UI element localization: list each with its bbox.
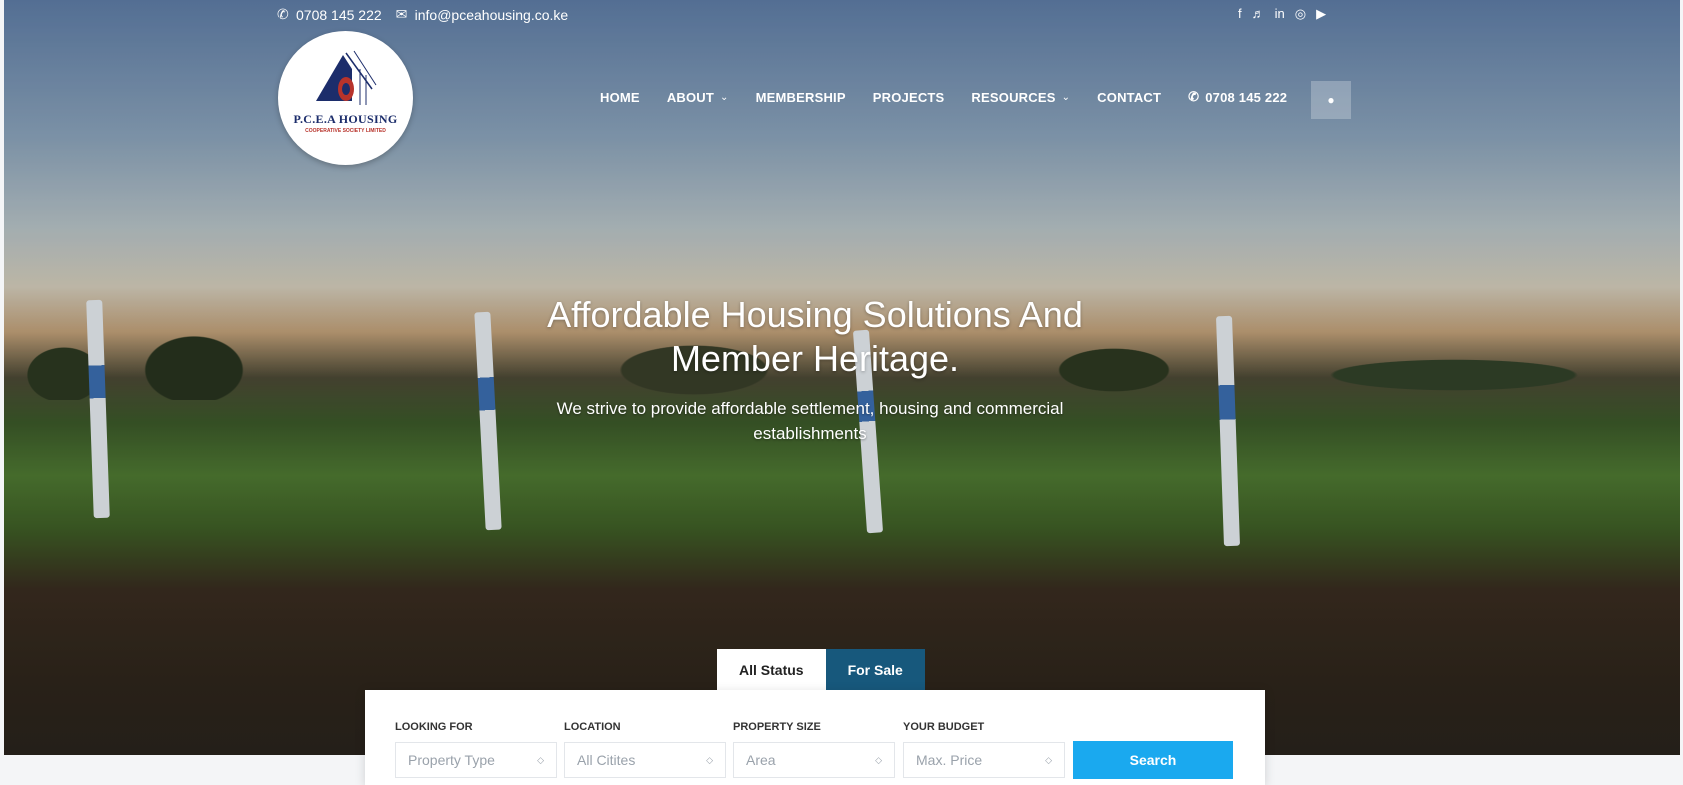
logo-subname: COOPERATIVE SOCIETY LIMITED xyxy=(305,128,386,134)
field-label: PROPERTY SIZE xyxy=(733,721,821,733)
nav-item-label: PROJECTS xyxy=(872,89,945,105)
topbar-phone[interactable]: ✆ 0708 145 222 xyxy=(277,6,382,23)
property-size-field: PROPERTY SIZE Area ◇ xyxy=(733,721,895,778)
select-arrows-icon: ◇ xyxy=(706,755,713,765)
nav-item-membership[interactable]: MEMBERSHIP xyxy=(756,90,846,105)
nav-item-home[interactable]: HOME xyxy=(600,90,640,105)
property-type-select[interactable]: Property Type ◇ xyxy=(395,742,557,778)
nav-item-label: HOME xyxy=(600,89,640,105)
field-label: YOUR BUDGET xyxy=(903,721,985,733)
envelope-icon: ✉ xyxy=(395,6,408,22)
hero-subheadline-line: We strive to provide affordable settleme… xyxy=(556,399,1064,418)
select-value: All Citites xyxy=(577,752,636,768)
area-select[interactable]: Area ◇ xyxy=(733,742,895,778)
site-logo[interactable]: P.C.E.A HOUSING COOPERATIVE SOCIETY LIMI… xyxy=(278,31,413,165)
nav-item-projects[interactable]: PROJECTS xyxy=(873,90,945,105)
youtube-icon[interactable]: ▶ xyxy=(1316,6,1326,22)
nav-phone[interactable]: ✆ 0708 145 222 xyxy=(1188,89,1287,105)
select-value: Area xyxy=(746,752,776,768)
field-label: LOCATION xyxy=(564,721,621,733)
select-arrows-icon: ◇ xyxy=(875,755,882,765)
linkedin-icon[interactable]: in xyxy=(1275,6,1285,22)
phone-ring-icon: ✆ xyxy=(1188,89,1200,104)
hero-headline: Affordable Housing Solutions And Member … xyxy=(400,293,1230,381)
nav-item-label: CONTACT xyxy=(1097,89,1162,105)
main-nav: HOME ABOUT ⌄ MEMBERSHIP PROJECTS RESOURCE… xyxy=(600,89,1297,105)
property-search-form: LOOKING FOR Property Type ◇ LOCATION All… xyxy=(365,690,1265,785)
topbar-email[interactable]: ✉ info@pceahousing.co.ke xyxy=(396,6,569,23)
nav-item-label: RESOURCES xyxy=(971,89,1056,105)
hero-subheadline-line: establishments xyxy=(753,424,867,443)
logo-name: P.C.E.A HOUSING xyxy=(293,112,398,126)
select-value: Max. Price xyxy=(916,752,983,768)
select-arrows-icon: ◇ xyxy=(1045,755,1052,765)
chevron-down-icon: ⌄ xyxy=(720,91,729,103)
topbar-phone-text: 0708 145 222 xyxy=(296,6,382,23)
location-select[interactable]: All Citites ◇ xyxy=(564,742,726,778)
top-contact-bar: ✆ 0708 145 222 ✉ info@pceahousing.co.ke … xyxy=(0,4,1683,26)
topbar-email-text: info@pceahousing.co.ke xyxy=(414,6,569,23)
nav-phone-text: 0708 145 222 xyxy=(1205,89,1288,105)
max-price-select[interactable]: Max. Price ◇ xyxy=(903,742,1065,778)
contact-info: ✆ 0708 145 222 ✉ info@pceahousing.co.ke xyxy=(277,6,568,23)
search-status-tabs: All Status For Sale xyxy=(717,649,925,691)
hero-subheadline: We strive to provide affordable settleme… xyxy=(520,396,1100,446)
facebook-icon[interactable]: f xyxy=(1238,6,1242,22)
user-icon: ● xyxy=(1327,93,1335,107)
nav-item-about[interactable]: ABOUT ⌄ xyxy=(667,90,729,105)
nav-item-label: MEMBERSHIP xyxy=(755,89,846,105)
hero-headline-line: Member Heritage. xyxy=(670,338,960,379)
phone-icon: ✆ xyxy=(277,6,289,22)
budget-field: YOUR BUDGET Max. Price ◇ xyxy=(903,721,1065,778)
hero-headline-line: Affordable Housing Solutions And xyxy=(547,294,1083,335)
tab-for-sale[interactable]: For Sale xyxy=(825,649,925,691)
social-links: f ♬ in ◎ ▶ xyxy=(1238,6,1326,22)
nav-item-label: ABOUT xyxy=(666,89,715,105)
twitter-icon[interactable]: ♬ xyxy=(1252,6,1265,22)
field-label: LOOKING FOR xyxy=(395,721,473,733)
user-account-button[interactable]: ● xyxy=(1311,81,1351,119)
chevron-down-icon: ⌄ xyxy=(1061,91,1071,103)
location-field: LOCATION All Citites ◇ xyxy=(564,721,726,778)
tab-all-status[interactable]: All Status xyxy=(717,649,826,691)
select-value: Property Type xyxy=(408,752,495,768)
nav-item-contact[interactable]: CONTACT xyxy=(1097,90,1161,105)
nav-item-resources[interactable]: RESOURCES ⌄ xyxy=(971,90,1070,105)
instagram-icon[interactable]: ◎ xyxy=(1295,6,1306,22)
looking-for-field: LOOKING FOR Property Type ◇ xyxy=(395,721,557,778)
search-button[interactable]: Search xyxy=(1073,741,1233,779)
house-icon xyxy=(316,50,377,105)
select-arrows-icon: ◇ xyxy=(537,755,544,765)
